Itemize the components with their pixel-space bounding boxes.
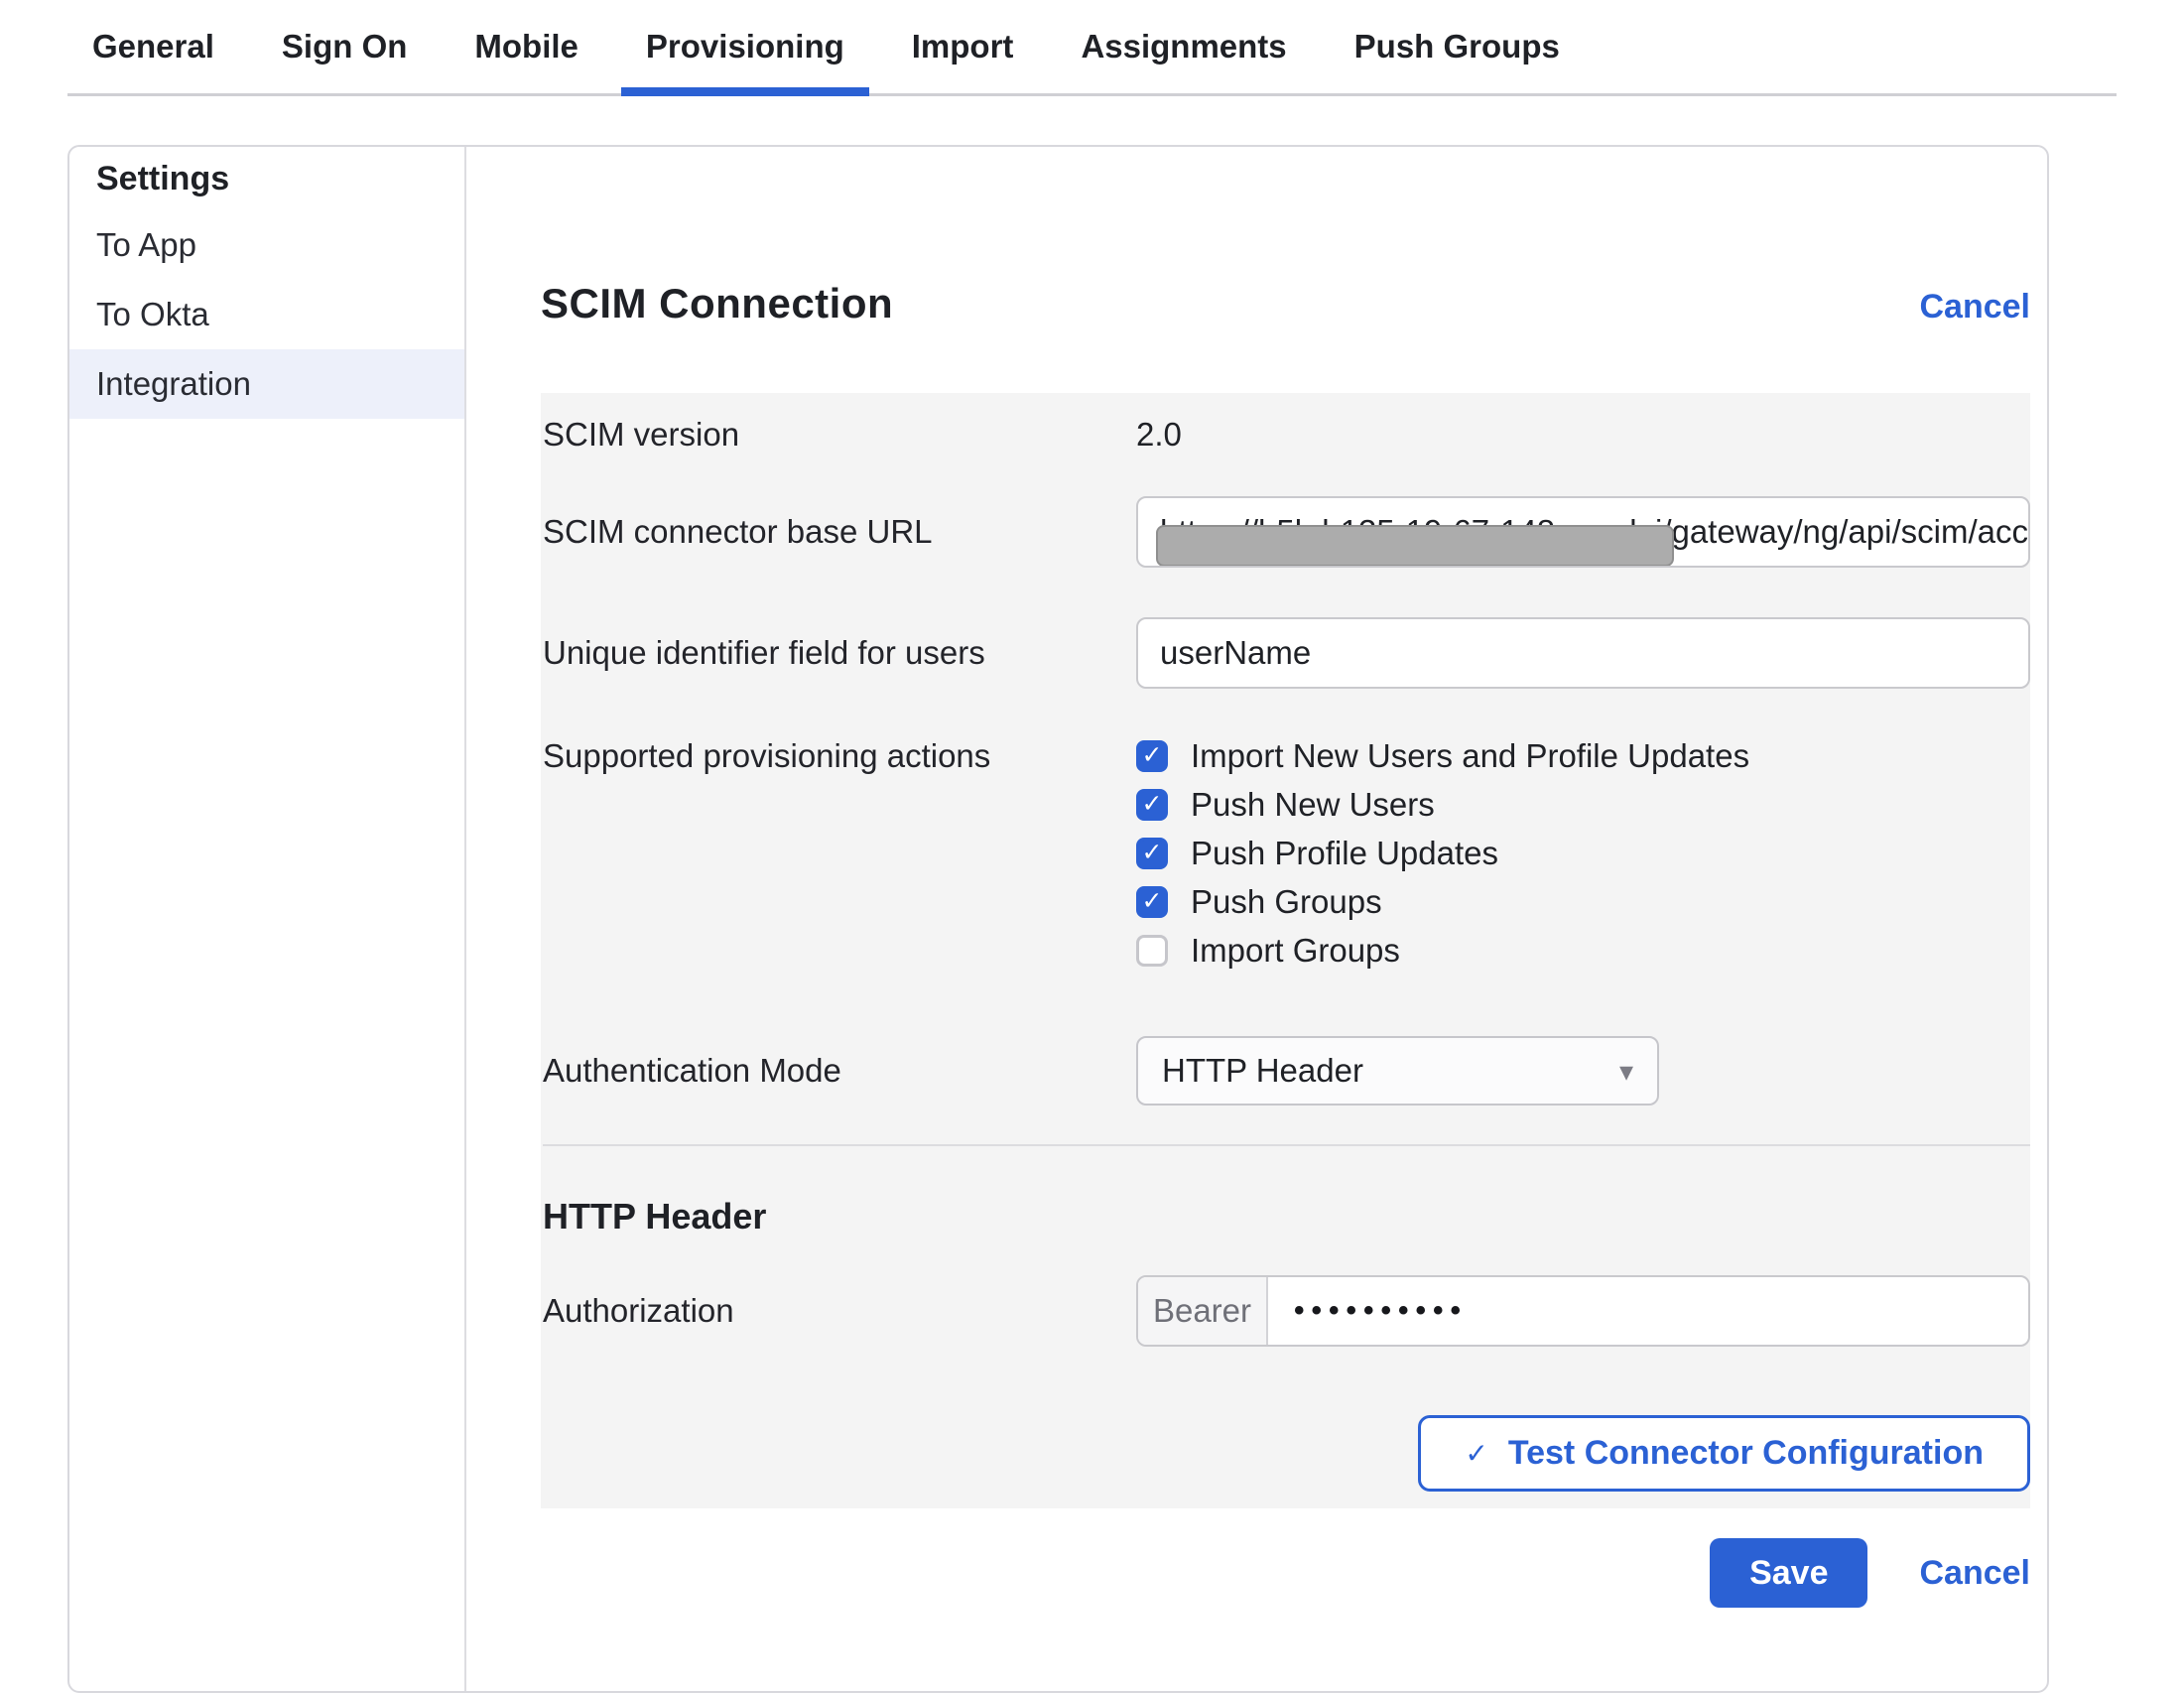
auth-mode-row: Authentication Mode HTTP Header ▾ — [543, 1036, 2030, 1106]
unique-id-row: Unique identifier field for users userNa… — [543, 617, 2030, 689]
tab-general[interactable]: General — [67, 0, 239, 93]
test-connector-label: Test Connector Configuration — [1508, 1434, 1984, 1473]
check-icon: ✓ — [1465, 1437, 1487, 1470]
scim-version-label: SCIM version — [543, 416, 1136, 454]
provisioning-actions-row: Supported provisioning actions ✓ Import … — [543, 731, 2030, 975]
auth-mode-selected-value: HTTP Header — [1162, 1052, 1363, 1090]
checkbox-label: Push New Users — [1191, 786, 1435, 824]
cancel-link-top[interactable]: Cancel — [1919, 281, 2030, 332]
base-url-input[interactable]: https://h5kd-135-19-67-148.ngrok.i /gate… — [1136, 496, 2030, 568]
tab-provisioning[interactable]: Provisioning — [621, 0, 869, 93]
check-icon: ✓ — [1142, 792, 1163, 817]
check-icon: ✓ — [1142, 841, 1163, 865]
checkbox-label: Import Groups — [1191, 932, 1400, 970]
unique-id-input[interactable]: userName — [1136, 617, 2030, 689]
checkbox-row-import-new-users[interactable]: ✓ Import New Users and Profile Updates — [1136, 731, 2030, 780]
scim-connection-form: SCIM version 2.0 SCIM connector base URL… — [541, 393, 2030, 1508]
checkbox-row-import-groups[interactable]: ✓ Import Groups — [1136, 926, 2030, 975]
checkbox-push-profile-updates[interactable]: ✓ — [1136, 838, 1168, 869]
check-icon: ✓ — [1142, 889, 1163, 914]
page-title: SCIM Connection — [541, 278, 893, 329]
authorization-input-group: Bearer •••••••••• — [1136, 1275, 2030, 1347]
provisioning-actions-label: Supported provisioning actions — [543, 731, 1136, 780]
test-connector-row: ✓ Test Connector Configuration — [543, 1415, 2030, 1492]
save-button[interactable]: Save — [1710, 1538, 1867, 1608]
tab-import[interactable]: Import — [887, 0, 1039, 93]
provisioning-settings-card: Settings To App To Okta Integration SCIM… — [67, 145, 2049, 1693]
base-url-visible-tail: /gateway/ng/api/scim/acc — [1662, 513, 2028, 551]
tab-push-groups[interactable]: Push Groups — [1330, 0, 1585, 93]
checkbox-import-groups[interactable]: ✓ — [1136, 935, 1168, 967]
section-divider — [543, 1144, 2030, 1146]
auth-mode-label: Authentication Mode — [543, 1052, 1136, 1090]
sidebar-item-to-app[interactable]: To App — [69, 210, 464, 280]
bearer-token-input[interactable]: •••••••••• — [1268, 1277, 1468, 1345]
sidebar-item-to-okta[interactable]: To Okta — [69, 280, 464, 349]
checkbox-row-push-new-users[interactable]: ✓ Push New Users — [1136, 780, 2030, 829]
redaction-bar — [1156, 525, 1674, 567]
checkbox-push-groups[interactable]: ✓ — [1136, 886, 1168, 918]
base-url-redacted-segment: https://h5kd-135-19-67-148.ngrok.i — [1160, 513, 1662, 551]
tab-sign-on[interactable]: Sign On — [257, 0, 433, 93]
sidebar-item-integration[interactable]: Integration — [69, 349, 464, 419]
main-header: SCIM Connection Cancel — [541, 278, 2030, 332]
cancel-link-bottom[interactable]: Cancel — [1919, 1554, 2030, 1593]
chevron-down-icon: ▾ — [1619, 1055, 1633, 1088]
settings-sidebar: Settings To App To Okta Integration — [69, 147, 466, 1691]
check-icon: ✓ — [1142, 743, 1163, 768]
scim-version-value: 2.0 — [1136, 416, 2030, 454]
authorization-row: Authorization Bearer •••••••••• — [543, 1275, 2030, 1347]
unique-id-value: userName — [1160, 634, 1311, 672]
base-url-row: SCIM connector base URL https://h5kd-135… — [543, 496, 2030, 568]
unique-id-label: Unique identifier field for users — [543, 634, 1136, 672]
tab-mobile[interactable]: Mobile — [450, 0, 603, 93]
checkbox-label: Push Groups — [1191, 883, 1382, 921]
checkbox-row-push-profile-updates[interactable]: ✓ Push Profile Updates — [1136, 829, 2030, 877]
sidebar-title: Settings — [69, 147, 464, 210]
form-footer: Save Cancel — [541, 1538, 2030, 1608]
main-content: SCIM Connection Cancel SCIM version 2.0 … — [466, 147, 2103, 1691]
base-url-label: SCIM connector base URL — [543, 513, 1136, 551]
tab-assignments[interactable]: Assignments — [1056, 0, 1311, 93]
http-header-section-title: HTTP Header — [543, 1196, 2030, 1237]
checkbox-label: Import New Users and Profile Updates — [1191, 737, 1749, 775]
auth-mode-select[interactable]: HTTP Header ▾ — [1136, 1036, 1659, 1106]
app-tab-bar: General Sign On Mobile Provisioning Impo… — [67, 0, 2117, 96]
checkbox-import-new-users[interactable]: ✓ — [1136, 740, 1168, 772]
checkbox-push-new-users[interactable]: ✓ — [1136, 789, 1168, 821]
checkbox-label: Push Profile Updates — [1191, 835, 1498, 872]
bearer-prefix: Bearer — [1138, 1277, 1268, 1345]
checkbox-row-push-groups[interactable]: ✓ Push Groups — [1136, 877, 2030, 926]
test-connector-configuration-button[interactable]: ✓ Test Connector Configuration — [1418, 1415, 2030, 1492]
scim-version-row: SCIM version 2.0 — [543, 415, 2030, 455]
authorization-label: Authorization — [543, 1292, 1136, 1330]
